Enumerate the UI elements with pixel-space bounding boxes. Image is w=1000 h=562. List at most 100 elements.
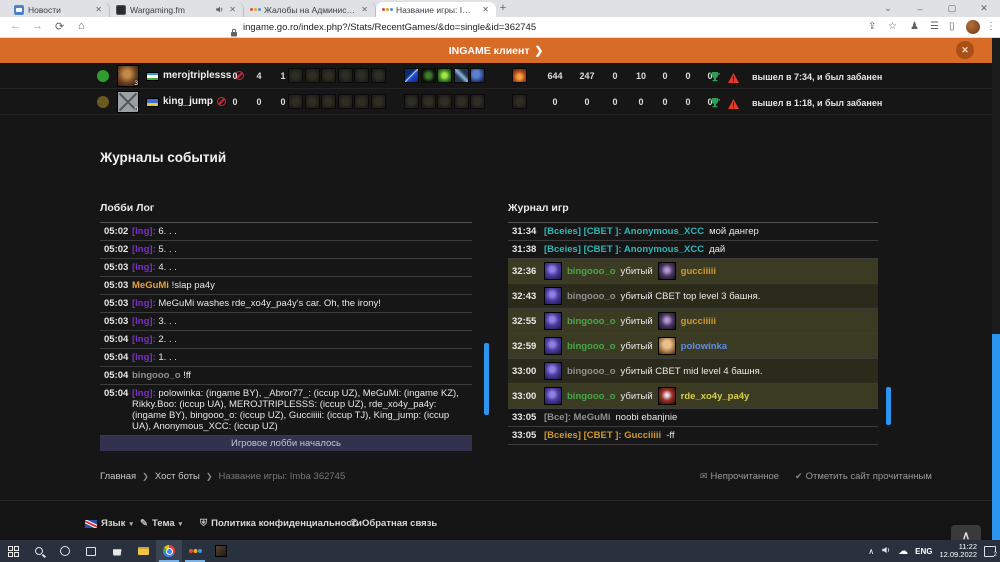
taskbar-app-cortana[interactable] [52, 540, 78, 562]
tab-audio-icon[interactable] [215, 5, 224, 14]
scroll-to-top-button[interactable]: ∧ [951, 525, 981, 540]
player-status-dot [97, 96, 109, 108]
tab-search-chevron-icon[interactable]: ⌄ [872, 3, 904, 14]
bingooo-hero-avatar [544, 362, 562, 380]
bookmark-star-icon[interactable]: ☆ [888, 21, 897, 32]
item-slot [321, 94, 336, 109]
lobby-log-panel: 05:02 [Ing]: 6. . . 05:02 [Ing]: 5. . . 05… [100, 222, 472, 451]
home-icon[interactable]: ⌂ [78, 20, 85, 32]
log-text: bingooo_o [567, 390, 616, 402]
taskbar-app-start[interactable] [0, 540, 26, 562]
back-icon[interactable]: ← [10, 20, 21, 32]
breadcrumb-hostbots-link[interactable]: Хост боты [155, 471, 200, 482]
bingooo-hero-avatar [544, 337, 562, 355]
unread-content-link[interactable]: ✉ Непрочитанное [700, 471, 779, 482]
chrome-icon [163, 545, 175, 557]
start-icon [7, 545, 19, 557]
speaker-icon[interactable] [881, 542, 891, 560]
game-log-row: 33:00 bingooo_o убитый rde_xo4y_pa4y [508, 384, 878, 409]
browser-tab[interactable]: Новости ✕ [8, 2, 110, 17]
taskbar-app-explorer[interactable] [130, 540, 156, 562]
tab-close-icon[interactable]: ✕ [228, 5, 237, 14]
player-name[interactable]: king_jump [163, 96, 227, 107]
lobby-log-row: 05:04 [Ing]: polowinka: (ingame BY), _Abr… [100, 385, 472, 436]
lobby-log-row: 05:03 [Ing]: MeGuMi washes rde_xo4y_pa4y'… [100, 295, 472, 313]
item-slot [404, 68, 419, 83]
player-stat-value: 0 [685, 97, 691, 107]
theme-menu[interactable]: ✎ Тема ▾ [140, 518, 182, 529]
player-name-text: king_jump [163, 96, 214, 107]
log-time: 32:55 [512, 315, 537, 327]
minimize-button[interactable]: – [904, 4, 936, 14]
item-slot [512, 68, 527, 83]
extension-icon[interactable]: ♟ [910, 21, 919, 32]
language-indicator[interactable]: ENG [915, 547, 932, 556]
game-log-row: 32:59 bingooo_o убитый polowinka [508, 334, 878, 359]
site-footer: Язык ▾ ✎ Тема ▾ ⛨ Политика конфиденциаль… [0, 500, 992, 540]
item-slot [304, 94, 320, 109]
language-menu[interactable]: Язык ▾ [85, 518, 133, 529]
log-text: убитый [620, 340, 653, 352]
game-log-scrollbar[interactable] [886, 387, 891, 425]
banner-close-icon[interactable]: ✕ [956, 41, 974, 59]
privacy-policy-link[interactable]: ⛨ Политика конфиденциальности [200, 518, 362, 529]
player-stat-value: 644 [547, 71, 563, 81]
browser-tab[interactable]: Жалобы на Администраторов о ✕ [244, 2, 376, 17]
share-icon[interactable]: ⇪ [868, 21, 876, 32]
url-text[interactable]: ingame.go.ro/index.php?/Stats/RecentGame… [243, 22, 536, 33]
log-text: gucciiiii [680, 315, 717, 327]
log-time: 05:04 [104, 334, 129, 345]
tab-close-icon[interactable]: ✕ [360, 5, 369, 14]
browser-menu-icon[interactable]: ⋮ [986, 21, 996, 32]
side-panel-icon[interactable]: ▯ [949, 21, 955, 32]
breadcrumb-separator: ❯ [142, 472, 149, 481]
browser-toolbar: ← → ⟳ ⌂ ingame.go.ro/index.php?/Stats/Re… [0, 17, 1000, 38]
browser-tab[interactable]: Название игры: Imba 362745 -✕ [376, 2, 496, 17]
game-log-row: 32:43 bingooo_o убитый СВЕТ top level 3 ба… [508, 284, 878, 309]
close-window-button[interactable]: ✕ [968, 3, 1000, 14]
tab-close-icon[interactable]: ✕ [94, 5, 103, 14]
taskbar-app-ingame[interactable] [182, 540, 208, 562]
profile-avatar[interactable] [966, 20, 980, 34]
reload-icon[interactable]: ⟳ [55, 20, 64, 33]
new-tab-button[interactable]: + [497, 3, 509, 15]
lobby-log-scrollbar[interactable] [484, 343, 489, 415]
taskbar-app-store[interactable] [104, 540, 130, 562]
clock[interactable]: 11:22 12.09.2022 [939, 543, 977, 559]
game-log-row: 31:34 [Bceies] [СВЕТ ]: Anonymous_XCC мой … [508, 223, 878, 241]
breadcrumb-home-link[interactable]: Главная [100, 471, 136, 482]
forward-icon[interactable]: → [32, 20, 43, 32]
log-text: [Ing]: [132, 334, 159, 345]
taskbar-app-game[interactable] [208, 540, 234, 562]
log-text: !slap pa4y [171, 280, 215, 291]
page-scrollbar-thumb[interactable] [992, 334, 1000, 540]
feedback-link[interactable]: ✆ Обратная связь [350, 518, 437, 529]
warning-icon [728, 70, 739, 88]
log-text: [Ing]: [132, 262, 159, 273]
shield-icon: ⛨ [200, 518, 208, 529]
item-slot [437, 68, 452, 83]
onedrive-cloud-icon[interactable]: ☁ [898, 546, 908, 557]
notification-icon[interactable]: 2 [984, 545, 997, 558]
player-stat-value: 0 [685, 71, 691, 81]
mark-site-read-link[interactable]: ✔ Отметить сайт прочитанным [795, 471, 932, 482]
bingooo-hero-avatar [544, 287, 562, 305]
ingame-client-banner[interactable]: INGAME клиент ❯ ✕ [0, 38, 992, 63]
taskbar-app-chrome[interactable] [156, 540, 182, 562]
game-icon [215, 545, 227, 557]
taskbar-app-taskview[interactable] [78, 540, 104, 562]
log-text: 5. . . [158, 244, 177, 255]
page-scrollbar-track[interactable] [992, 38, 1000, 540]
browser-tab[interactable]: Wargaming.fm ✕ [110, 2, 244, 17]
tab-close-icon[interactable]: ✕ [481, 5, 490, 14]
taskbar-app-search[interactable] [26, 540, 52, 562]
item-slot [453, 94, 469, 109]
maximize-button[interactable]: ▢ [936, 3, 968, 14]
player-kda-value: 0 [232, 71, 238, 81]
player-kda-value: 4 [256, 71, 262, 81]
tray-chevron-icon[interactable]: ∧ [868, 547, 874, 556]
reading-list-icon[interactable]: ☰ [930, 21, 939, 32]
item-slot [437, 94, 452, 109]
taskview-icon [86, 546, 96, 556]
item-slot [404, 94, 419, 109]
